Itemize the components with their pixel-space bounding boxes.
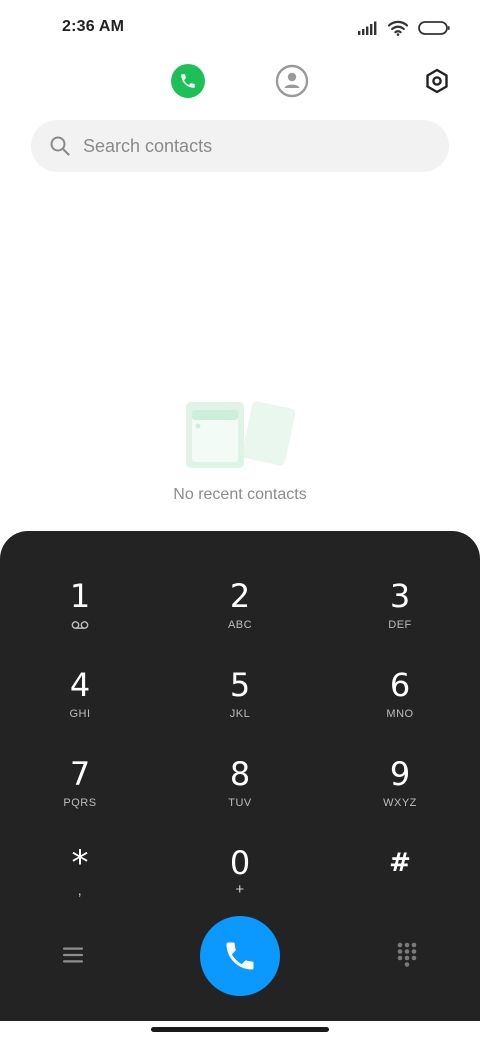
signal-icon <box>358 21 377 35</box>
phone-icon <box>226 942 254 970</box>
key-digit: 4 <box>69 666 91 704</box>
status-icons <box>358 18 450 38</box>
key-letters: PQRS <box>63 797 97 809</box>
call-button[interactable] <box>200 916 280 996</box>
key-letters: WXYZ <box>383 797 417 809</box>
tab-contacts[interactable] <box>275 64 309 98</box>
key-letters: ABC <box>227 619 253 631</box>
key-digit: 2 <box>229 577 251 615</box>
menu-icon <box>63 947 83 963</box>
search-icon <box>50 136 70 156</box>
dialpad-grid-icon <box>397 942 417 967</box>
status-bar: 2:36 AM <box>0 0 480 56</box>
battery-icon <box>418 21 450 35</box>
key-hash[interactable]: # <box>340 843 460 923</box>
search-bar[interactable]: Search contacts <box>31 120 449 172</box>
key-digit: # <box>389 848 411 878</box>
dialpad: 1 2 ABC 3 DEF 4 GHI 5 JKL 6 MNO 7 PQRS 8… <box>0 531 480 1021</box>
key-digit: 3 <box>389 577 411 615</box>
key-9[interactable]: 9 WXYZ <box>340 754 460 834</box>
header <box>0 56 480 106</box>
key-5[interactable]: 5 JKL <box>180 665 300 745</box>
tab-recents[interactable] <box>171 64 205 98</box>
settings-button[interactable] <box>421 65 453 97</box>
home-indicator[interactable] <box>151 1027 329 1032</box>
key-6[interactable]: 6 MNO <box>340 665 460 745</box>
empty-state-text: No recent contacts <box>173 486 307 503</box>
contacts-cards-icon <box>186 401 296 468</box>
keypad-toggle-button[interactable] <box>394 941 420 969</box>
search-input[interactable]: Search contacts <box>83 136 212 157</box>
key-letters: + <box>235 881 245 898</box>
key-8[interactable]: 8 TUV <box>180 754 300 834</box>
key-0[interactable]: 0 + <box>180 843 300 923</box>
wifi-icon <box>388 20 408 36</box>
key-digit: 1 <box>69 577 91 615</box>
status-time: 2:36 AM <box>62 18 125 35</box>
person-icon <box>275 64 309 98</box>
key-2[interactable]: 2 ABC <box>180 576 300 656</box>
key-letters: MNO <box>386 708 414 720</box>
key-digit: 8 <box>229 755 251 793</box>
key-digit: * <box>71 843 89 883</box>
settings-icon <box>426 68 448 94</box>
key-3[interactable]: 3 DEF <box>340 576 460 656</box>
key-digit: 6 <box>389 666 411 704</box>
key-letters: TUV <box>228 797 252 809</box>
key-letters: DEF <box>388 619 412 631</box>
navigation-bar <box>0 1021 480 1040</box>
key-digit: 0 <box>229 844 251 882</box>
key-letters: , <box>77 882 83 898</box>
key-4[interactable]: 4 GHI <box>20 665 140 745</box>
key-letters: JKL <box>229 708 251 720</box>
key-star[interactable]: * , <box>20 843 140 923</box>
key-1[interactable]: 1 <box>20 576 140 656</box>
key-digit: 7 <box>69 755 91 793</box>
key-digit: 9 <box>389 755 411 793</box>
key-7[interactable]: 7 PQRS <box>20 754 140 834</box>
menu-button[interactable] <box>60 944 86 966</box>
key-letters: GHI <box>69 708 91 720</box>
phone-icon <box>181 74 195 88</box>
key-digit: 5 <box>229 666 251 704</box>
voicemail-icon <box>71 621 89 629</box>
